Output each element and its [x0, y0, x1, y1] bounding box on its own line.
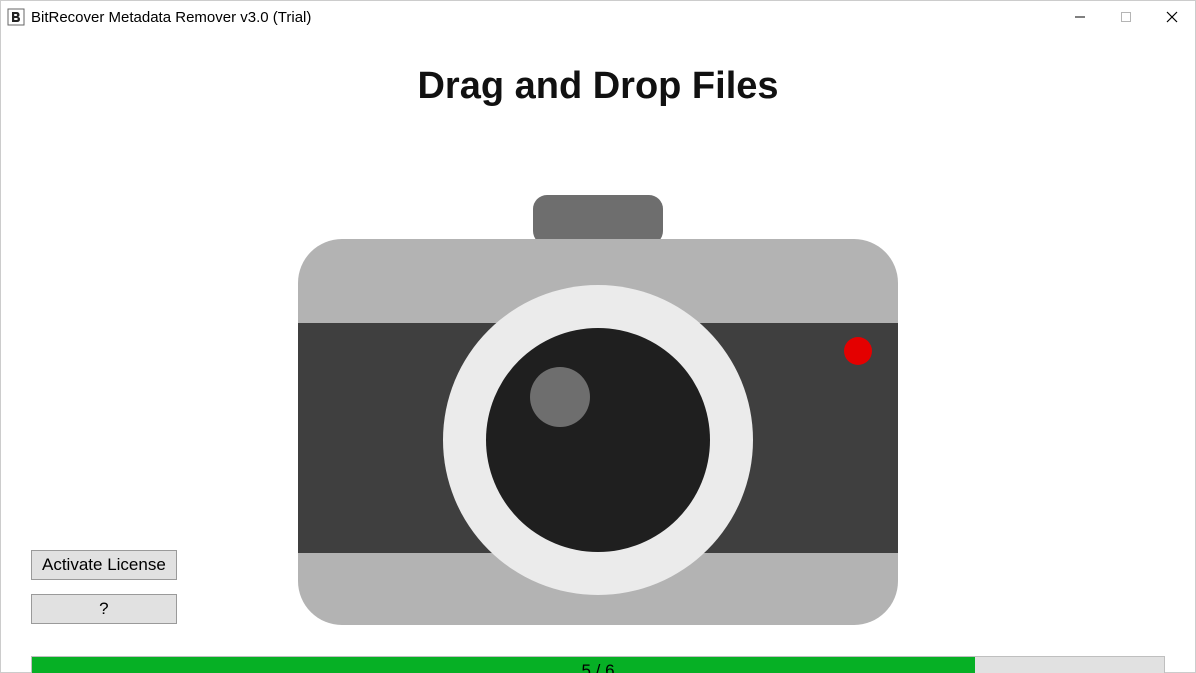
progress-track: 5 / 6	[31, 656, 1165, 673]
close-button[interactable]	[1149, 1, 1195, 33]
drop-zone[interactable]	[298, 195, 898, 625]
window-controls	[1057, 1, 1195, 33]
app-logo-icon	[7, 8, 25, 26]
help-button[interactable]: ?	[31, 594, 177, 624]
activate-license-button[interactable]: Activate License	[31, 550, 177, 580]
window-title: BitRecover Metadata Remover v3.0 (Trial)	[31, 9, 311, 26]
app-window: BitRecover Metadata Remover v3.0 (Trial)…	[0, 0, 1196, 673]
content-area: Drag and Drop Files Activate License	[1, 65, 1195, 673]
maximize-button	[1103, 1, 1149, 33]
left-button-group: Activate License ?	[31, 550, 177, 624]
minimize-button[interactable]	[1057, 1, 1103, 33]
progress-label: 5 / 6	[32, 661, 1164, 673]
camera-icon	[298, 195, 898, 625]
titlebar: BitRecover Metadata Remover v3.0 (Trial)	[1, 1, 1195, 33]
progress-bar: 5 / 6	[31, 656, 1165, 673]
page-title: Drag and Drop Files	[1, 65, 1195, 108]
